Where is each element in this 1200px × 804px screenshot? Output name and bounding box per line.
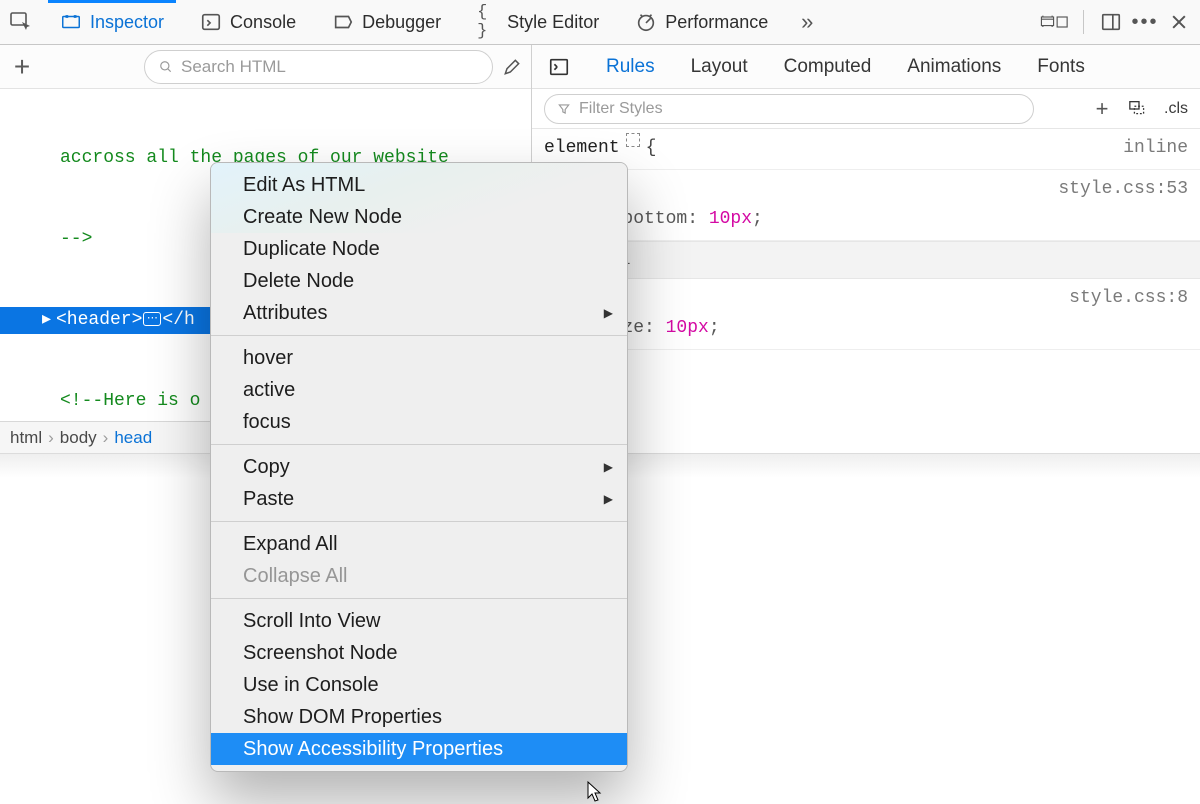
more-tools-chevron-icon[interactable]: » (792, 7, 822, 37)
tab-debugger[interactable]: Debugger (320, 0, 453, 44)
subtab-fonts[interactable]: Fonts (1037, 56, 1085, 78)
search-icon (159, 60, 173, 74)
rule-source[interactable]: style.css:8 (1069, 283, 1188, 313)
rule-style-8[interactable]: { style.css:8 -size: 10px; (532, 279, 1200, 350)
tab-label: Debugger (362, 12, 441, 33)
inspector-icon (60, 11, 82, 33)
pseudo-class-panel-icon[interactable] (1128, 99, 1150, 119)
menu-item-use-in-console[interactable]: Use in Console (211, 669, 627, 701)
menu-item-active[interactable]: active (211, 374, 627, 406)
menu-item-attributes[interactable]: Attributes (211, 297, 627, 329)
highlighter-toggle-icon[interactable] (626, 133, 640, 147)
filter-styles-input[interactable]: Filter Styles (544, 94, 1034, 124)
menu-item-paste[interactable]: Paste (211, 483, 627, 515)
rule-declaration[interactable]: -size: 10px; (532, 313, 1200, 343)
filter-placeholder: Filter Styles (579, 100, 663, 118)
devtools-toolbar: Inspector Console Debugger { } Style Edi… (0, 0, 1200, 45)
rule-declaration[interactable]: in-bottom: 10px; (532, 204, 1200, 234)
chevron-right-icon: › (103, 428, 109, 448)
add-rule-button[interactable]: + (1090, 96, 1114, 122)
add-node-button[interactable]: + (8, 51, 36, 83)
subtab-layout[interactable]: Layout (691, 56, 748, 78)
menu-item-expand-all[interactable]: Expand All (211, 528, 627, 560)
debugger-icon (332, 11, 354, 33)
console-icon (200, 11, 222, 33)
menu-item-edit-as-html[interactable]: Edit As HTML (211, 169, 627, 201)
chevron-right-icon: › (48, 428, 54, 448)
rule-source[interactable]: inline (1123, 133, 1188, 163)
kebab-menu-icon[interactable]: ••• (1130, 7, 1160, 37)
menu-separator (211, 444, 627, 445)
menu-separator (211, 598, 627, 599)
menu-item-scroll-into-view[interactable]: Scroll Into View (211, 605, 627, 637)
rule-element-inline[interactable]: element { inline (532, 129, 1200, 170)
cursor-icon (585, 780, 605, 804)
menu-item-create-new-node[interactable]: Create New Node (211, 201, 627, 233)
menu-item-collapse-all: Collapse All (211, 560, 627, 592)
sidebar-toggle-icon[interactable] (548, 56, 570, 78)
rule-selector[interactable]: element (544, 133, 620, 163)
search-html-input[interactable]: Search HTML (144, 50, 493, 84)
tab-console[interactable]: Console (188, 0, 308, 44)
menu-separator (211, 521, 627, 522)
rules-list: element { inline { style.css:53 in-botto… (532, 129, 1200, 453)
style-editor-icon: { } (477, 11, 499, 33)
menu-item-show-dom-properties[interactable]: Show DOM Properties (211, 701, 627, 733)
rules-panel: Rules Layout Computed Animations Fonts F… (532, 45, 1200, 453)
rules-subtabs: Rules Layout Computed Animations Fonts (532, 45, 1200, 89)
subtab-rules[interactable]: Rules (606, 56, 655, 78)
menu-item-screenshot-node[interactable]: Screenshot Node (211, 637, 627, 669)
rule-style-53[interactable]: { style.css:53 in-bottom: 10px; (532, 170, 1200, 241)
close-devtools-icon[interactable] (1164, 7, 1194, 37)
menu-item-delete-node[interactable]: Delete Node (211, 265, 627, 297)
menu-item-focus[interactable]: focus (211, 406, 627, 438)
breadcrumb-item[interactable]: html (10, 428, 42, 448)
search-placeholder: Search HTML (181, 57, 286, 77)
dock-side-icon[interactable] (1096, 7, 1126, 37)
tab-label: Style Editor (507, 12, 599, 33)
page-inspect-icon[interactable] (6, 7, 36, 37)
tab-inspector[interactable]: Inspector (48, 0, 176, 44)
responsive-design-icon[interactable] (1040, 7, 1070, 37)
inherited-from-label: from html (532, 241, 1200, 279)
performance-icon (635, 11, 657, 33)
tab-label: Console (230, 12, 296, 33)
breadcrumb-item-current[interactable]: head (114, 428, 152, 448)
breadcrumb-item[interactable]: body (60, 428, 97, 448)
context-menu[interactable]: Edit As HTMLCreate New NodeDuplicate Nod… (210, 162, 628, 772)
edit-html-icon[interactable] (501, 52, 523, 82)
tab-label: Performance (665, 12, 768, 33)
rule-source[interactable]: style.css:53 (1058, 174, 1188, 204)
subtab-computed[interactable]: Computed (784, 56, 872, 78)
tab-style-editor[interactable]: { } Style Editor (465, 0, 611, 44)
toggle-classes-button[interactable]: .cls (1164, 100, 1188, 118)
rule-brace: { (646, 133, 657, 163)
tab-performance[interactable]: Performance (623, 0, 780, 44)
menu-item-duplicate-node[interactable]: Duplicate Node (211, 233, 627, 265)
subtab-animations[interactable]: Animations (907, 56, 1001, 78)
toolbar-divider (1074, 7, 1092, 37)
menu-item-copy[interactable]: Copy (211, 451, 627, 483)
menu-item-hover[interactable]: hover (211, 342, 627, 374)
ellipsis-icon[interactable]: ⋯ (143, 312, 161, 326)
menu-item-show-accessibility-properties[interactable]: Show Accessibility Properties (211, 733, 627, 765)
tab-label: Inspector (90, 12, 164, 33)
funnel-icon (557, 102, 571, 116)
menu-separator (211, 335, 627, 336)
